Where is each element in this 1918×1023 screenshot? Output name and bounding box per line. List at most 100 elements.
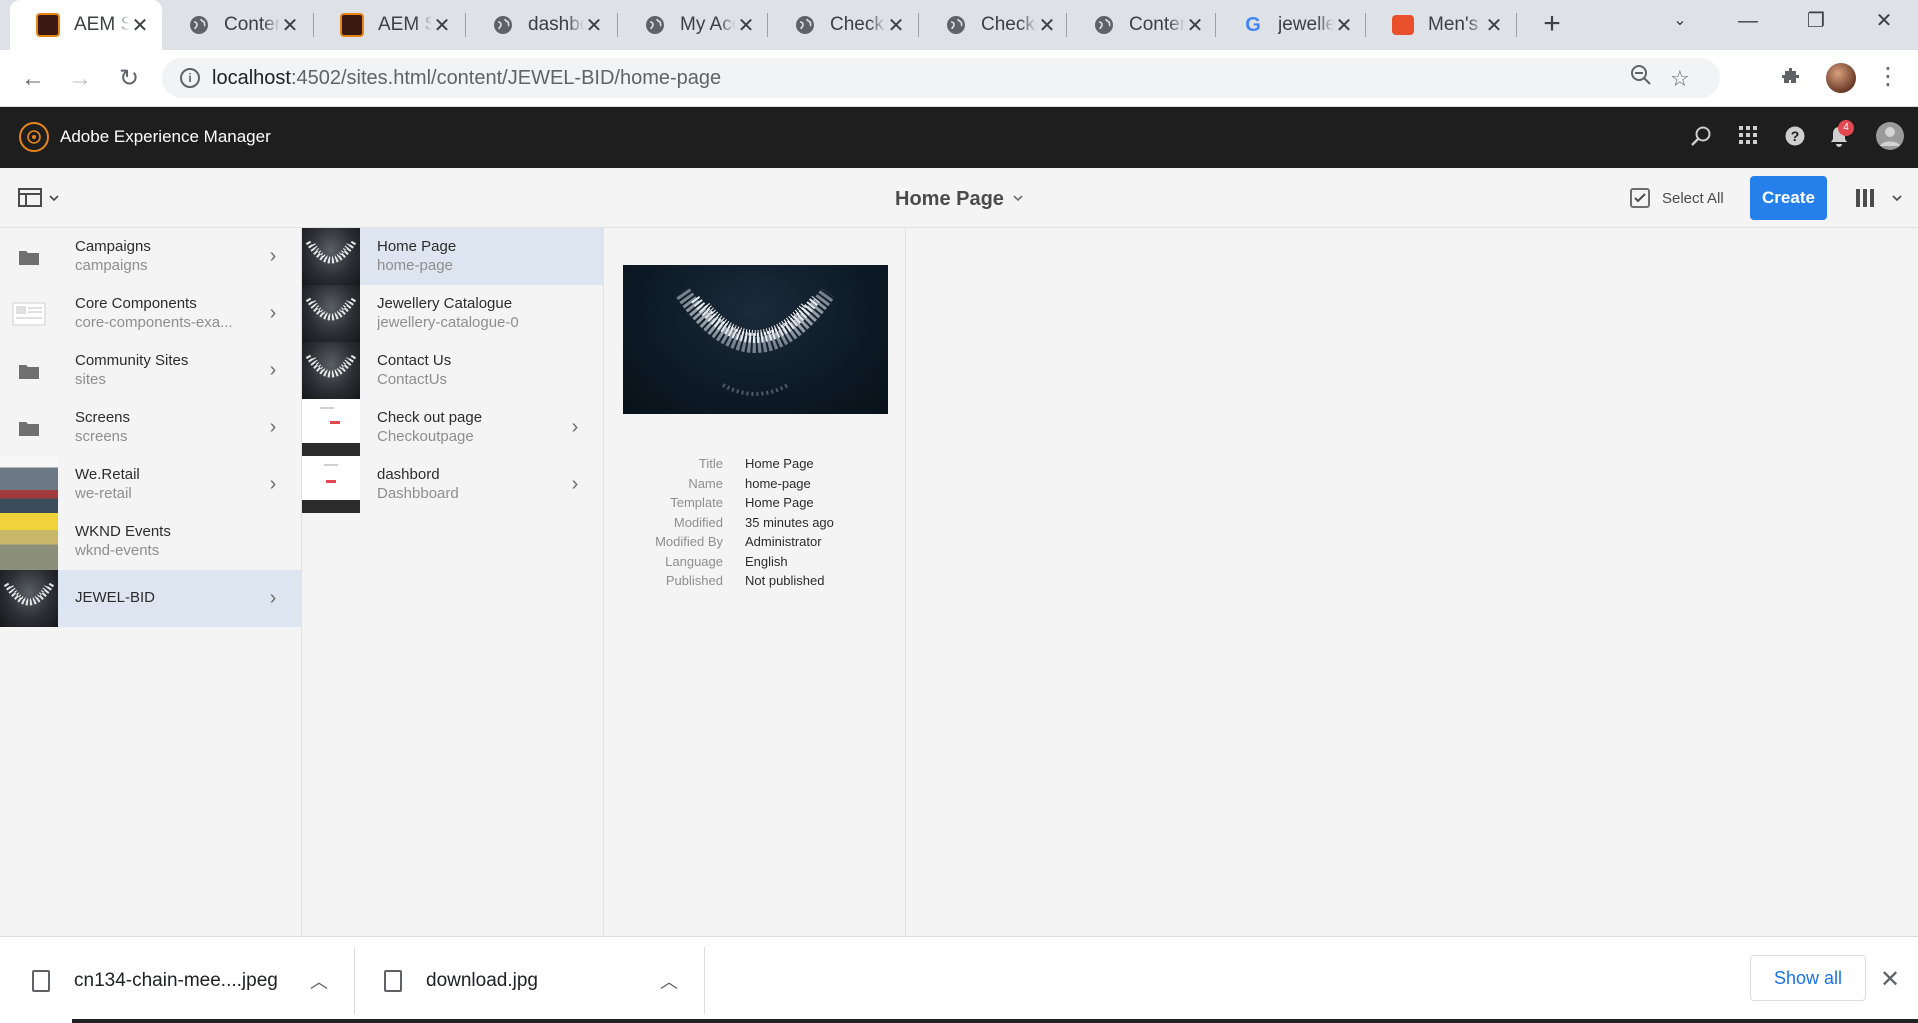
- chevron-up-icon[interactable]: ︿: [310, 968, 328, 994]
- browser-tab[interactable]: AEM Sites ✕: [10, 0, 162, 50]
- close-icon[interactable]: ✕: [584, 13, 604, 38]
- chevron-right-icon[interactable]: ›: [263, 587, 283, 610]
- page-title[interactable]: Home Page: [895, 188, 1004, 211]
- tab-title: Check out: [830, 14, 886, 35]
- view-switcher-button[interactable]: [1855, 186, 1905, 210]
- new-tab-button[interactable]: +: [1535, 8, 1569, 42]
- info-icon[interactable]: i: [180, 68, 200, 88]
- close-icon[interactable]: ✕: [1185, 13, 1205, 38]
- shopping-bag-icon: [1392, 15, 1414, 35]
- chevron-right-icon[interactable]: ›: [565, 416, 585, 439]
- chevron-right-icon[interactable]: ›: [263, 359, 283, 382]
- download-item[interactable]: download.jpg ︿: [384, 937, 704, 1023]
- item-title: dashbord: [377, 465, 440, 483]
- list-item[interactable]: Contact Us ContactUs: [302, 342, 603, 399]
- browser-tab[interactable]: dashbord ✕: [466, 0, 616, 50]
- show-all-button[interactable]: Show all: [1750, 955, 1866, 1001]
- download-item[interactable]: cn134-chain-mee....jpeg ︿: [32, 937, 352, 1023]
- chevron-up-icon[interactable]: ︿: [660, 968, 678, 994]
- window-close-button[interactable]: ✕: [1854, 0, 1914, 44]
- close-icon[interactable]: ✕: [280, 13, 300, 38]
- avatar[interactable]: [1826, 63, 1856, 93]
- list-item[interactable]: Jewellery Catalogue jewellery-catalogue-0: [302, 285, 603, 342]
- rail-toggle-button[interactable]: [18, 188, 60, 208]
- close-icon[interactable]: ✕: [130, 13, 150, 38]
- chevron-right-icon[interactable]: ›: [263, 302, 283, 325]
- list-item[interactable]: Home Page home-page: [302, 228, 603, 285]
- image-file-icon: [32, 969, 50, 992]
- download-filename: cn134-chain-mee....jpeg: [74, 969, 278, 991]
- aem-logo-icon[interactable]: [19, 122, 49, 152]
- list-item[interactable]: WKND Events wknd-events: [0, 513, 301, 570]
- chevron-right-icon[interactable]: ›: [565, 473, 585, 496]
- extensions-icon[interactable]: [1778, 65, 1802, 94]
- column-view-level-2: Home Page home-page Jewellery Catalogue je…: [302, 228, 604, 936]
- download-filename: download.jpg: [426, 969, 538, 991]
- address-bar[interactable]: i localhost:4502/sites.html/content/JEWE…: [162, 58, 1720, 98]
- list-item[interactable]: Campaigns campaigns ›: [0, 228, 301, 285]
- chevron-down-icon[interactable]: [1012, 190, 1024, 206]
- list-item[interactable]: dashbord Dashbboard ›: [302, 456, 603, 513]
- apps-grid-icon[interactable]: [1738, 125, 1758, 151]
- app-title[interactable]: Adobe Experience Manager: [60, 127, 271, 147]
- property-row: Name home-page: [688, 475, 811, 491]
- search-icon[interactable]: [1690, 125, 1712, 153]
- item-name: we-retail: [75, 484, 132, 502]
- item-name: Dashbboard: [377, 484, 459, 502]
- reload-button[interactable]: ↻: [112, 62, 146, 96]
- browser-tab[interactable]: Content ✕: [162, 0, 312, 50]
- chevron-right-icon[interactable]: ›: [263, 473, 283, 496]
- browser-tab[interactable]: AEM Sites ✕: [314, 0, 464, 50]
- tab-search-button[interactable]: ⌄: [1650, 0, 1710, 44]
- thumbnail-image: [0, 456, 58, 513]
- browser-tab[interactable]: Checkout ✕: [919, 0, 1069, 50]
- minimize-button[interactable]: —: [1718, 0, 1778, 44]
- chevron-right-icon[interactable]: ›: [263, 245, 283, 268]
- star-icon[interactable]: ☆: [1670, 66, 1690, 92]
- property-row: Title Home Page: [698, 456, 814, 471]
- close-icon[interactable]: ✕: [1880, 965, 1900, 994]
- close-icon[interactable]: ✕: [1484, 13, 1504, 38]
- restore-button[interactable]: ❐: [1786, 0, 1846, 44]
- close-icon[interactable]: ✕: [432, 13, 452, 38]
- globe-icon: [794, 14, 816, 36]
- list-item[interactable]: JEWEL-BID ›: [0, 570, 301, 627]
- globe-icon: [945, 14, 967, 36]
- item-title: Screens: [75, 408, 131, 426]
- tab-title: My Account: [680, 14, 736, 35]
- close-icon[interactable]: ✕: [736, 13, 756, 38]
- list-item[interactable]: Community Sites sites ›: [0, 342, 301, 399]
- close-icon[interactable]: ✕: [1334, 13, 1354, 38]
- forward-button[interactable]: →: [63, 62, 97, 96]
- property-row: Modified By Administrator: [655, 534, 822, 549]
- zoom-icon[interactable]: [1630, 64, 1652, 92]
- list-item[interactable]: We.Retail we-retail ›: [0, 456, 301, 513]
- item-title: Home Page: [377, 237, 457, 255]
- google-icon: G: [1245, 13, 1261, 36]
- close-icon[interactable]: ✕: [886, 13, 906, 38]
- thumbnail-image: [302, 399, 360, 456]
- browser-menu-icon[interactable]: ⋮: [1876, 62, 1900, 91]
- tab-title: Content: [224, 14, 280, 35]
- url-text[interactable]: localhost:4502/sites.html/content/JEWEL-…: [212, 67, 721, 90]
- list-item[interactable]: Check out page Checkoutpage ›: [302, 399, 603, 456]
- browser-tab[interactable]: Content ✕: [1067, 0, 1217, 50]
- list-item[interactable]: Core Components core-components-exa... ›: [0, 285, 301, 342]
- browser-tab[interactable]: My Account ✕: [618, 0, 768, 50]
- browser-tab[interactable]: Check out ✕: [768, 0, 918, 50]
- help-icon[interactable]: ?: [1784, 125, 1806, 153]
- property-row: Template Home Page: [670, 495, 814, 510]
- tab-title: AEM Sites: [74, 14, 130, 35]
- browser-tab[interactable]: G jewellery ✕: [1216, 0, 1366, 50]
- select-all-button[interactable]: Select All: [1630, 186, 1724, 210]
- list-item[interactable]: Screens screens ›: [0, 399, 301, 456]
- browser-tab[interactable]: Men's ✕: [1366, 0, 1516, 50]
- back-button[interactable]: ←: [16, 62, 50, 96]
- page-icon: [0, 285, 58, 342]
- item-name: wknd-events: [75, 541, 160, 559]
- item-name: sites: [75, 370, 106, 388]
- user-avatar-icon[interactable]: [1875, 121, 1905, 157]
- close-icon[interactable]: ✕: [1037, 13, 1057, 38]
- create-button[interactable]: Create: [1750, 176, 1827, 220]
- chevron-right-icon[interactable]: ›: [263, 416, 283, 439]
